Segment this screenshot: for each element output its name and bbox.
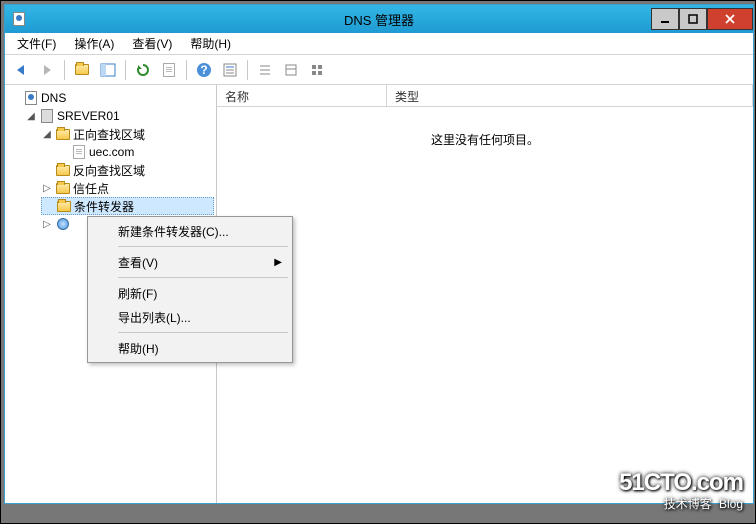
list-view1-button[interactable] (253, 58, 277, 82)
tree-node-dns[interactable]: DNS (9, 89, 214, 107)
folder-icon (55, 162, 71, 178)
toolbar: ? (5, 55, 753, 85)
menu-action[interactable]: 操作(A) (66, 33, 122, 54)
forward-button[interactable] (35, 58, 59, 82)
separator (186, 60, 187, 80)
collapse-icon[interactable]: ◢ (41, 129, 53, 140)
ctx-new-conditional-forwarder[interactable]: 新建条件转发器(C)... (90, 219, 290, 243)
properties-button[interactable] (218, 58, 242, 82)
refresh-button[interactable] (131, 58, 155, 82)
folder-icon (55, 126, 71, 142)
tree-label: SREVER01 (57, 109, 120, 123)
tree-node-reverse-zones[interactable]: 反向查找区域 (41, 161, 214, 179)
menu-bar: 文件(F) 操作(A) 查看(V) 帮助(H) (5, 33, 753, 55)
tree-node-zone[interactable]: uec.com (57, 143, 214, 161)
collapse-icon[interactable]: ◢ (25, 111, 37, 122)
maximize-button[interactable] (679, 8, 707, 30)
help-button[interactable]: ? (192, 58, 216, 82)
tree-label: 正向查找区域 (73, 126, 145, 143)
tree-label: DNS (41, 91, 66, 105)
column-type[interactable]: 类型 (387, 85, 753, 106)
empty-message: 这里没有任何项目。 (431, 131, 539, 148)
separator (247, 60, 248, 80)
ctx-refresh[interactable]: 刷新(F) (90, 281, 290, 305)
list-view3-button[interactable] (305, 58, 329, 82)
window-title: DNS 管理器 (344, 10, 414, 29)
submenu-arrow-icon: ▶ (274, 257, 282, 268)
menu-file[interactable]: 文件(F) (9, 33, 64, 54)
minimize-button[interactable] (651, 8, 679, 30)
list-body[interactable]: 这里没有任何项目。 (217, 107, 753, 503)
expand-icon[interactable]: ▷ (41, 219, 53, 230)
up-button[interactable] (70, 58, 94, 82)
dns-icon (23, 90, 39, 106)
tree-node-server[interactable]: ◢ SREVER01 (25, 107, 214, 125)
tree-label: 信任点 (73, 180, 109, 197)
svg-text:?: ? (200, 63, 207, 77)
globe-icon (55, 216, 71, 232)
tree-node-forward-zones[interactable]: ◢ 正向查找区域 (41, 125, 214, 143)
separator (118, 277, 288, 278)
export-button[interactable] (157, 58, 181, 82)
expand-icon[interactable]: ▷ (41, 183, 53, 194)
context-menu: 新建条件转发器(C)... 查看(V)▶ 刷新(F) 导出列表(L)... 帮助… (87, 216, 293, 363)
back-button[interactable] (9, 58, 33, 82)
ctx-export-list[interactable]: 导出列表(L)... (90, 305, 290, 329)
menu-help[interactable]: 帮助(H) (182, 33, 239, 54)
tree-label: uec.com (89, 145, 134, 159)
folder-icon (55, 180, 71, 196)
column-name[interactable]: 名称 (217, 85, 387, 106)
list-pane: 名称 类型 这里没有任何项目。 (217, 85, 753, 503)
separator (118, 246, 288, 247)
close-button[interactable] (707, 8, 753, 30)
ctx-help[interactable]: 帮助(H) (90, 336, 290, 360)
tree-node-conditional-forwarders[interactable]: 条件转发器 (41, 197, 214, 215)
server-icon (39, 108, 55, 124)
ctx-view[interactable]: 查看(V)▶ (90, 250, 290, 274)
app-icon (11, 11, 27, 27)
separator (64, 60, 65, 80)
title-bar: DNS 管理器 (5, 5, 753, 33)
separator (125, 60, 126, 80)
tree-label: 反向查找区域 (73, 162, 145, 179)
list-header: 名称 类型 (217, 85, 753, 107)
list-view2-button[interactable] (279, 58, 303, 82)
tree-label: 条件转发器 (74, 198, 134, 215)
menu-view[interactable]: 查看(V) (124, 33, 180, 54)
folder-icon (56, 198, 72, 214)
separator (118, 332, 288, 333)
show-hide-tree-button[interactable] (96, 58, 120, 82)
zone-icon (71, 144, 87, 160)
tree-node-trust-points[interactable]: ▷ 信任点 (41, 179, 214, 197)
